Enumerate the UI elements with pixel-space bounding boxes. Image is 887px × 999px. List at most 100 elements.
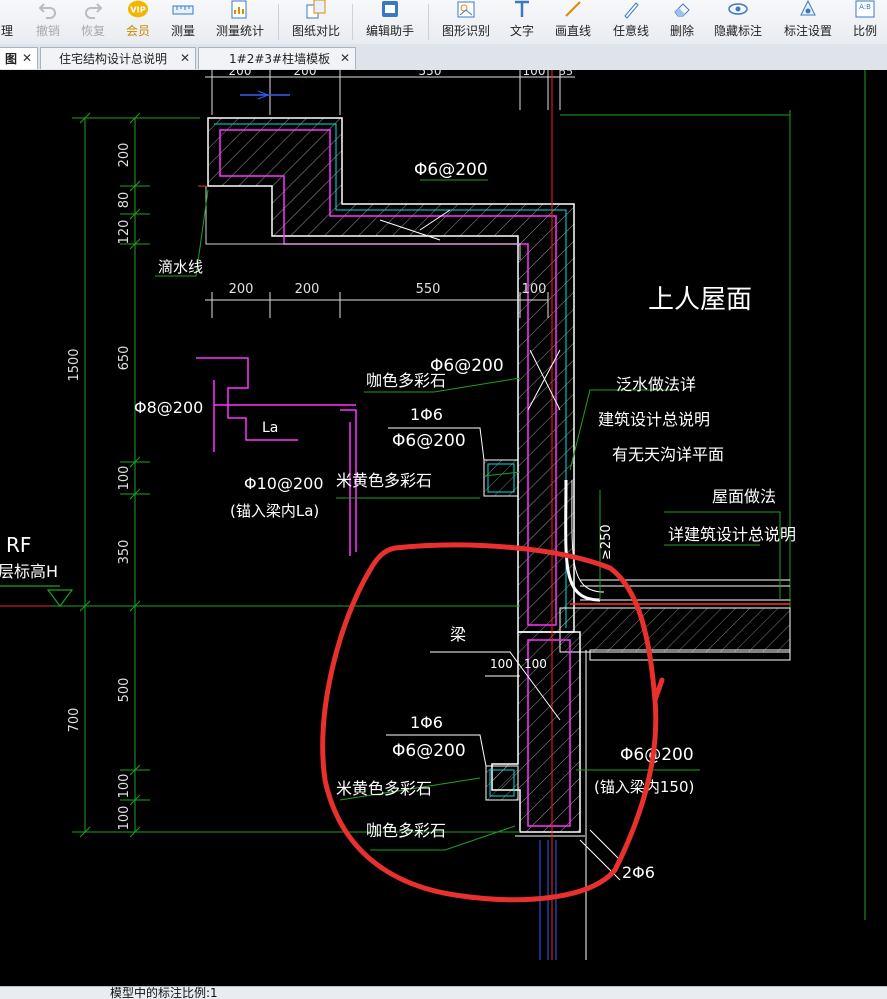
drawing-compare-button[interactable]: 图纸对比 bbox=[290, 0, 342, 44]
dim-text: 100 bbox=[522, 282, 547, 297]
toolbar-separator bbox=[352, 4, 353, 40]
measure-button[interactable]: 测量 bbox=[168, 0, 198, 44]
mid-dimension-line bbox=[205, 292, 549, 318]
dim-text: 100 bbox=[117, 774, 132, 799]
dim-text: 80 bbox=[117, 192, 132, 209]
label-rebar-phi6-1: Φ6@200 bbox=[392, 431, 466, 451]
freeline-icon bbox=[620, 0, 642, 19]
tab-drawing[interactable]: 图 ✕ bbox=[0, 47, 38, 69]
cad-drawing-canvas[interactable]: 200 200 550 100 55 1500 700 200 80 120 6… bbox=[0, 70, 887, 986]
label-1phi6-2: 1Φ6 bbox=[410, 713, 443, 732]
freeline-button[interactable]: 任意线 bbox=[610, 0, 652, 44]
label-rebar-coffee-1: Φ6@200 bbox=[430, 356, 504, 376]
scale-button[interactable]: A:B 比例 bbox=[850, 0, 880, 44]
vip-icon: VIP bbox=[127, 0, 149, 19]
label-flashing-3: 有无天沟详平面 bbox=[612, 445, 724, 464]
dim-text: 100 bbox=[117, 806, 132, 831]
level-marker bbox=[0, 585, 74, 607]
toolbar-label: 图形识别 bbox=[441, 24, 490, 38]
toolbar-label: 文字 bbox=[509, 24, 534, 38]
shape-recognition-button[interactable]: 图形识别 bbox=[440, 0, 492, 44]
annotation-settings-button[interactable]: 标注设置 bbox=[782, 0, 834, 44]
measure-icon bbox=[172, 0, 194, 19]
label-flashing-2: 建筑设计总说明 bbox=[598, 410, 710, 429]
toolbar-separator bbox=[428, 4, 429, 40]
tab-label: 住宅结构设计总说明 bbox=[59, 52, 168, 66]
close-icon[interactable]: ✕ bbox=[22, 51, 32, 65]
hide-annotation-button[interactable]: 隐藏标注 bbox=[712, 0, 764, 44]
text-icon bbox=[511, 0, 533, 19]
dim-text: 55 bbox=[559, 70, 573, 78]
label-rebar-8: Φ8@200 bbox=[134, 398, 203, 417]
section-detail-drawing: 200 200 550 100 55 1500 700 200 80 120 6… bbox=[0, 70, 866, 960]
edit-assistant-button[interactable]: 编辑助手 bbox=[364, 0, 416, 44]
dim-text: 700 bbox=[67, 708, 82, 733]
redo-button[interactable]: 恢复 bbox=[78, 0, 108, 44]
tab-structural-notes[interactable]: 住宅结构设计总说明 ✕ bbox=[40, 47, 196, 69]
measure-stats-icon bbox=[229, 0, 251, 19]
vip-button[interactable]: VIP 会员 bbox=[123, 0, 153, 44]
label-coffee-stone-2: 咖色多彩石 bbox=[366, 821, 446, 840]
toolbar-label: 编辑助手 bbox=[365, 24, 414, 38]
measure-stats-button[interactable]: 测量统计 bbox=[214, 0, 266, 44]
dim-beam-1: 100 bbox=[490, 657, 513, 671]
redo-icon bbox=[82, 0, 104, 19]
eraser-icon bbox=[671, 0, 693, 19]
label-beige-stone-2: 米黄色多彩石 bbox=[336, 779, 432, 798]
rebar-detail-sketch bbox=[196, 357, 357, 556]
label-roof-method-1: 屋面做法 bbox=[712, 487, 776, 506]
label-drip-line: 滴水线 bbox=[158, 258, 203, 276]
toolbar-label: 删除 bbox=[669, 24, 694, 38]
undo-button[interactable]: 撤销 bbox=[33, 0, 63, 44]
delete-button[interactable]: 删除 bbox=[667, 0, 697, 44]
toolbar-label: 图纸对比 bbox=[291, 24, 340, 38]
dim-text: 200 bbox=[229, 70, 252, 78]
label-la: La bbox=[262, 420, 278, 436]
toolbar-manage-button[interactable]: 理 bbox=[0, 0, 16, 44]
toolbar-label: 测量统计 bbox=[215, 24, 264, 38]
dim-text: 550 bbox=[416, 282, 441, 297]
svg-text:A:B: A:B bbox=[859, 3, 871, 11]
close-icon[interactable]: ✕ bbox=[180, 51, 190, 65]
tab-label: 图 bbox=[5, 52, 18, 66]
line-icon bbox=[562, 0, 584, 19]
vip-badge: VIP bbox=[130, 5, 146, 15]
label-roof-access: 上人屋面 bbox=[648, 285, 752, 315]
label-rebar-10: Φ10@200 bbox=[244, 474, 324, 493]
draw-line-button[interactable]: 画直线 bbox=[552, 0, 594, 44]
label-rebar-phi6-3: Φ6@200 bbox=[620, 745, 694, 765]
toolbar-separator bbox=[278, 4, 279, 40]
dim-text: 1500 bbox=[67, 348, 82, 381]
manage-icon bbox=[0, 0, 18, 19]
dim-text: 650 bbox=[117, 346, 132, 371]
toolbar-label: 会员 bbox=[125, 24, 150, 38]
label-rebar-top: Φ6@200 bbox=[414, 160, 488, 180]
dim-text: 350 bbox=[117, 540, 132, 565]
scale-icon: A:B bbox=[854, 0, 876, 19]
toolbar-label: 任意线 bbox=[612, 24, 649, 38]
label-flashing-1: 泛水做法详 bbox=[616, 375, 696, 394]
label-rf: RF bbox=[6, 533, 31, 557]
annotation-scale-status: 模型中的标注比例:1 bbox=[110, 986, 218, 999]
document-tabbar: 图 ✕ 住宅结构设计总说明 ✕ 1#2#3#柱墙模板 ✕ bbox=[0, 44, 887, 71]
toolbar-label: 标注设置 bbox=[783, 24, 832, 38]
tab-column-wall-template[interactable]: 1#2#3#柱墙模板 ✕ bbox=[198, 47, 356, 69]
toolbar-label: 撤销 bbox=[35, 24, 60, 38]
label-roof-method-2: 详建筑设计总说明 bbox=[668, 525, 796, 544]
undo-icon bbox=[37, 0, 59, 19]
label-1phi6-1: 1Φ6 bbox=[410, 405, 443, 424]
dim-text: 120 bbox=[117, 220, 132, 245]
text-button[interactable]: 文字 bbox=[507, 0, 537, 44]
label-floor-height: 层标高H bbox=[0, 562, 58, 581]
label-anchor-la: (锚入梁内La) bbox=[230, 502, 319, 520]
toolbar-label: 理 bbox=[0, 24, 13, 38]
close-icon[interactable]: ✕ bbox=[340, 51, 350, 65]
dim-beam-2: 100 bbox=[524, 657, 547, 671]
label-beam: 梁 bbox=[450, 625, 466, 644]
toolbar-label: 画直线 bbox=[554, 24, 591, 38]
toolbar-label: 隐藏标注 bbox=[713, 24, 762, 38]
hide-annotation-icon bbox=[727, 0, 749, 19]
toolbar-label: 测量 bbox=[170, 24, 195, 38]
dim-text: 200 bbox=[117, 143, 132, 168]
label-beige-stone-1: 米黄色多彩石 bbox=[336, 471, 432, 490]
